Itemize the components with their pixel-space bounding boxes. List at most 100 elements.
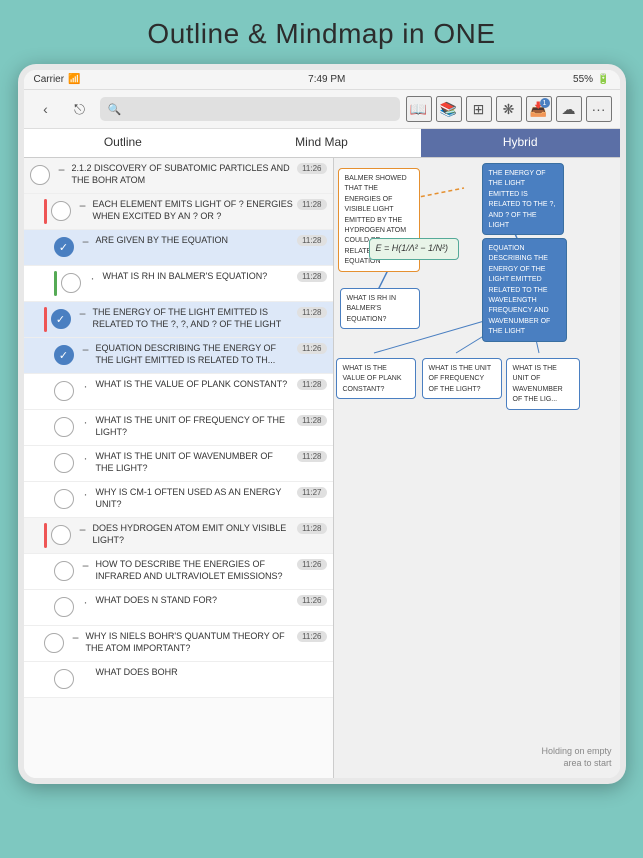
battery-label: 55% xyxy=(573,74,593,85)
time-badge-4: 11:28 xyxy=(297,271,326,282)
search-icon: 🔍 xyxy=(108,103,122,116)
item-text-11: DOES HYDROGEN ATOM EMIT ONLY VISIBLE LIG… xyxy=(93,523,294,546)
toolbar: ‹ ⎋ 🔍 📖 📚 ⊞ ❋ 📥 1 ☁ ··· xyxy=(24,90,620,129)
item-text-10: WHY IS CM-1 OFTEN USED AS AN ENERGY UNIT… xyxy=(96,487,294,510)
outline-item-2[interactable]: − EACH ELEMENT EMITS LIGHT OF ? ENERGIES… xyxy=(24,194,333,230)
time-badge-10: 11:27 xyxy=(297,487,326,498)
grid-icon-btn[interactable]: ⊞ xyxy=(466,96,492,122)
collapse-marker-13: · xyxy=(78,595,94,609)
back-button[interactable]: ‹ xyxy=(32,95,60,123)
check-circle-7 xyxy=(54,381,74,401)
collapse-marker-5: − xyxy=(75,307,91,321)
search-bar[interactable]: 🔍 xyxy=(100,97,400,121)
mm-node-formula[interactable]: E = h(1/λ² − 1/n²) xyxy=(369,238,459,260)
collapse-marker-3: − xyxy=(78,235,94,249)
outline-item-10[interactable]: · WHY IS CM-1 OFTEN USED AS AN ENERGY UN… xyxy=(24,482,333,518)
outline-panel[interactable]: − 2.1.2 DISCOVERY OF SUBATOMIC PARTICLES… xyxy=(24,158,334,778)
app-title: Outline & Mindmap in ONE xyxy=(0,0,643,64)
book-icon-btn[interactable]: 📖 xyxy=(406,96,432,122)
inbox-icon-btn[interactable]: 📥 1 xyxy=(526,96,552,122)
outline-item-13[interactable]: · WHAT DOES N STAND FOR? 11:26 xyxy=(24,590,333,626)
tab-hybrid[interactable]: Hybrid xyxy=(421,129,620,157)
outline-item-3[interactable]: ✓ − ARE GIVEN BY THE EQUATION 11:28 xyxy=(24,230,333,266)
collapse-marker-11: − xyxy=(75,523,91,537)
outline-item-9[interactable]: · WHAT IS THE UNIT OF WAVENUMBER OF THE … xyxy=(24,446,333,482)
carrier-label: Carrier xyxy=(34,74,65,85)
mm-node-energy[interactable]: THE ENERGY OF THE LIGHT EMITTED IS RELAT… xyxy=(482,163,564,235)
mm-node-rh[interactable]: WHAT IS RH IN BALMER'S EQUATION? xyxy=(340,288,420,329)
check-circle-5: ✓ xyxy=(51,309,71,329)
time-badge-12: 11:26 xyxy=(297,559,326,570)
mm-node-plank[interactable]: WHAT IS THE VALUE OF PLANK CONSTANT? xyxy=(336,358,416,399)
outline-item-5[interactable]: ✓ − THE ENERGY OF THE LIGHT EMITTED IS R… xyxy=(24,302,333,338)
collapse-marker-1: − xyxy=(54,163,70,177)
item-text-13: WHAT DOES N STAND FOR? xyxy=(96,595,294,607)
collapse-marker-12: − xyxy=(78,559,94,573)
time-badge-14: 11:26 xyxy=(297,631,326,642)
outline-item-12[interactable]: − HOW TO DESCRIBE THE ENERGIES OF INFRAR… xyxy=(24,554,333,590)
outline-item-8[interactable]: · WHAT IS THE UNIT OF FREQUENCY OF THE L… xyxy=(24,410,333,446)
cloud-icon-btn[interactable]: ☁ xyxy=(556,96,582,122)
check-circle-1 xyxy=(30,165,50,185)
mindmap-panel[interactable]: BALMER SHOWED THAT THE ENERGIES OF VISIB… xyxy=(334,158,620,778)
item-text-1: 2.1.2 DISCOVERY OF SUBATOMIC PARTICLES A… xyxy=(72,163,294,186)
outline-item-14[interactable]: − WHY IS NIELS BOHR'S QUANTUM THEORY OF … xyxy=(24,626,333,662)
collapse-marker-8: · xyxy=(78,415,94,429)
content-area: − 2.1.2 DISCOVERY OF SUBATOMIC PARTICLES… xyxy=(24,158,620,778)
check-circle-8 xyxy=(54,417,74,437)
outline-item-11[interactable]: − DOES HYDROGEN ATOM EMIT ONLY VISIBLE L… xyxy=(24,518,333,554)
check-circle-4 xyxy=(61,273,81,293)
network-icon-btn[interactable]: ❋ xyxy=(496,96,522,122)
time-badge-6: 11:26 xyxy=(297,343,326,354)
outline-item-1[interactable]: − 2.1.2 DISCOVERY OF SUBATOMIC PARTICLES… xyxy=(24,158,333,194)
mm-node-equation[interactable]: EQUATION DESCRIBING THE ENERGY OF THE LI… xyxy=(482,238,567,342)
library-icon-btn[interactable]: 📚 xyxy=(436,96,462,122)
tab-bar: Outline Mind Map Hybrid xyxy=(24,129,620,158)
tab-outline[interactable]: Outline xyxy=(24,129,223,157)
collapse-marker-7: · xyxy=(78,379,94,393)
item-text-15: WHAT DOES BOHR xyxy=(96,667,327,679)
item-text-4: WHAT IS RH IN BALMER'S EQUATION? xyxy=(103,271,294,283)
share-button[interactable]: ⎋ xyxy=(66,95,94,123)
collapse-marker-9: · xyxy=(78,451,94,465)
color-stripe-2 xyxy=(44,199,47,224)
status-bar: Carrier 📶 7:49 PM 55% 🔋 xyxy=(24,70,620,90)
outline-item-7[interactable]: · WHAT IS THE VALUE OF PLANK CONSTANT? 1… xyxy=(24,374,333,410)
holding-text: Holding on empty area to start xyxy=(541,745,611,770)
check-circle-10 xyxy=(54,489,74,509)
mm-node-wavenumber[interactable]: WHAT IS THE UNIT OF WAVENUMBER OF THE LI… xyxy=(506,358,580,410)
ipad-inner: Carrier 📶 7:49 PM 55% 🔋 ‹ ⎋ 🔍 📖 📚 ⊞ ❋ xyxy=(24,70,620,778)
collapse-marker-4: · xyxy=(85,271,101,285)
check-circle-11 xyxy=(51,525,71,545)
check-circle-12 xyxy=(54,561,74,581)
more-icon-btn[interactable]: ··· xyxy=(586,96,612,122)
time-badge-9: 11:28 xyxy=(297,451,326,462)
collapse-marker-10: · xyxy=(78,487,94,501)
outline-item-6[interactable]: ✓ − EQUATION DESCRIBING THE ENERGY OF TH… xyxy=(24,338,333,374)
time-badge-2: 11:28 xyxy=(297,199,326,210)
time-badge-13: 11:26 xyxy=(297,595,326,606)
item-text-3: ARE GIVEN BY THE EQUATION xyxy=(96,235,294,247)
tab-mindmap[interactable]: Mind Map xyxy=(222,129,421,157)
item-text-2: EACH ELEMENT EMITS LIGHT OF ? ENERGIES W… xyxy=(93,199,294,222)
time-badge-7: 11:28 xyxy=(297,379,326,390)
outline-item-4[interactable]: · WHAT IS RH IN BALMER'S EQUATION? 11:28 xyxy=(24,266,333,302)
item-text-12: HOW TO DESCRIBE THE ENERGIES OF INFRARED… xyxy=(96,559,294,582)
item-text-14: WHY IS NIELS BOHR'S QUANTUM THEORY OF TH… xyxy=(86,631,294,654)
mm-node-frequency[interactable]: WHAT IS THE UNIT OF FREQUENCY OF THE LIG… xyxy=(422,358,502,399)
check-circle-2 xyxy=(51,201,71,221)
check-circle-9 xyxy=(54,453,74,473)
battery-icon: 🔋 xyxy=(597,74,609,85)
ipad-frame: Carrier 📶 7:49 PM 55% 🔋 ‹ ⎋ 🔍 📖 📚 ⊞ ❋ xyxy=(18,64,626,784)
item-text-7: WHAT IS THE VALUE OF PLANK CONSTANT? xyxy=(96,379,294,391)
color-stripe-4 xyxy=(54,271,57,296)
color-stripe-5 xyxy=(44,307,47,332)
item-text-6: EQUATION DESCRIBING THE ENERGY OF THE LI… xyxy=(96,343,294,366)
notification-badge: 1 xyxy=(540,98,550,108)
check-circle-14 xyxy=(44,633,64,653)
check-circle-3: ✓ xyxy=(54,237,74,257)
collapse-marker-6: − xyxy=(78,343,94,357)
status-time: 7:49 PM xyxy=(308,74,345,85)
check-circle-15 xyxy=(54,669,74,689)
outline-item-15[interactable]: WHAT DOES BOHR xyxy=(24,662,333,698)
